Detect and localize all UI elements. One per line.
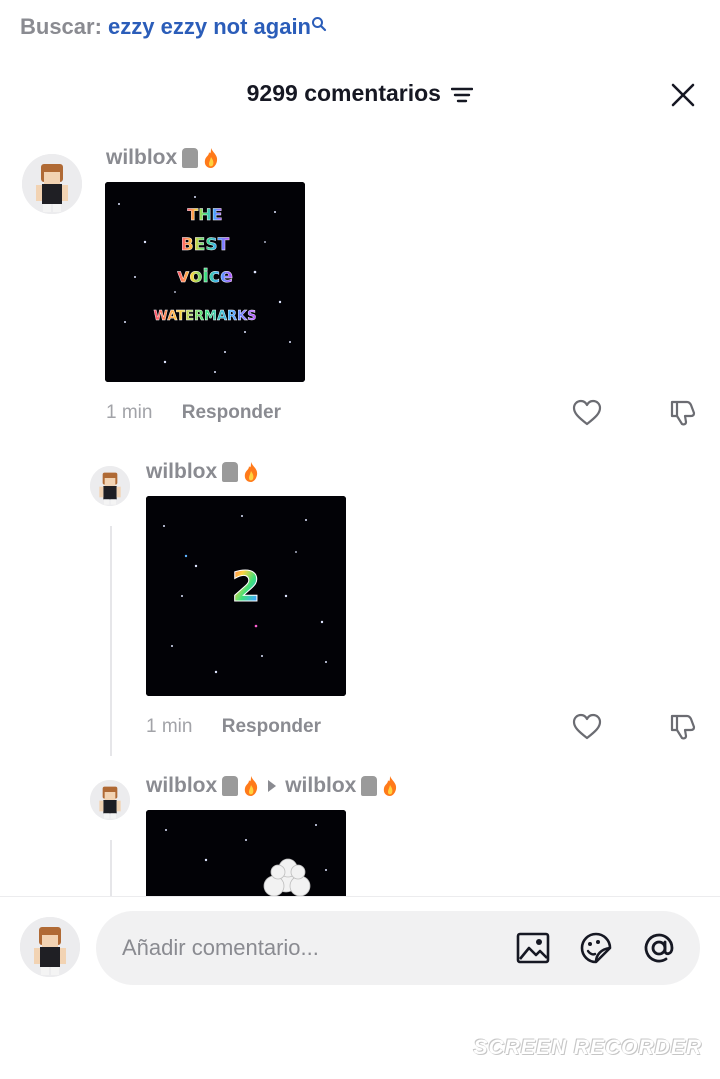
image-icon[interactable] [514, 929, 552, 967]
comment-count: 9299 comentarios [246, 80, 441, 106]
mention-icon[interactable] [640, 929, 678, 967]
comment-username[interactable]: wilblox wilblox [146, 774, 398, 798]
search-bar[interactable]: Buscar: ezzy ezzy not again [20, 14, 327, 40]
search-icon[interactable] [311, 16, 327, 32]
moai-icon [222, 462, 239, 482]
moai-icon [361, 776, 378, 796]
thread-line [110, 526, 112, 756]
search-query[interactable]: ezzy ezzy not again [108, 14, 311, 39]
comment-input-wrap [96, 911, 700, 985]
comment-media[interactable] [146, 810, 346, 900]
reply-button[interactable]: Responder [182, 402, 281, 423]
fire-icon [244, 776, 258, 796]
fire-icon [204, 148, 218, 168]
fire-icon [384, 776, 397, 796]
moai-icon [222, 776, 239, 796]
reply-button[interactable]: Responder [222, 716, 321, 737]
heart-icon[interactable] [572, 398, 602, 428]
media-text-line: THE [187, 205, 222, 224]
reply-to-username[interactable]: wilblox [285, 774, 356, 798]
search-label: Buscar: [20, 14, 102, 39]
reply-arrow-icon [268, 780, 277, 792]
avatar[interactable] [90, 780, 130, 820]
comment-input[interactable] [120, 929, 484, 967]
comment-media[interactable]: THE BEST voice WATERMARKS [105, 182, 305, 382]
comments-header: 9299 comentarios [0, 80, 720, 107]
comment-meta: 1 min Responder [146, 716, 321, 738]
close-icon[interactable] [670, 82, 696, 108]
comment-media[interactable]: 2 [146, 496, 346, 696]
media-text-line: WATERMARKS [153, 309, 256, 324]
avatar[interactable] [90, 466, 130, 506]
thread-line [110, 840, 112, 896]
screen-recorder-watermark: SCREEN RECORDER [473, 1036, 702, 1059]
sticker-icon[interactable] [577, 929, 615, 967]
avatar[interactable] [20, 917, 80, 977]
media-text-line: BEST [181, 235, 230, 255]
filter-icon[interactable] [451, 86, 474, 104]
moai-icon [182, 148, 199, 168]
fire-icon [244, 462, 258, 482]
media-text-line: voice [177, 265, 233, 287]
comment-time: 1 min [146, 716, 193, 737]
media-text-line: 2 [231, 562, 260, 611]
comment-username[interactable]: wilblox [106, 146, 219, 170]
dislike-icon[interactable] [668, 712, 698, 742]
comment-time: 1 min [106, 402, 153, 423]
avatar[interactable] [22, 154, 82, 214]
heart-icon[interactable] [572, 712, 602, 742]
comment-username[interactable]: wilblox [146, 460, 259, 484]
comment-meta: 1 min Responder [106, 402, 281, 424]
dislike-icon[interactable] [668, 398, 698, 428]
